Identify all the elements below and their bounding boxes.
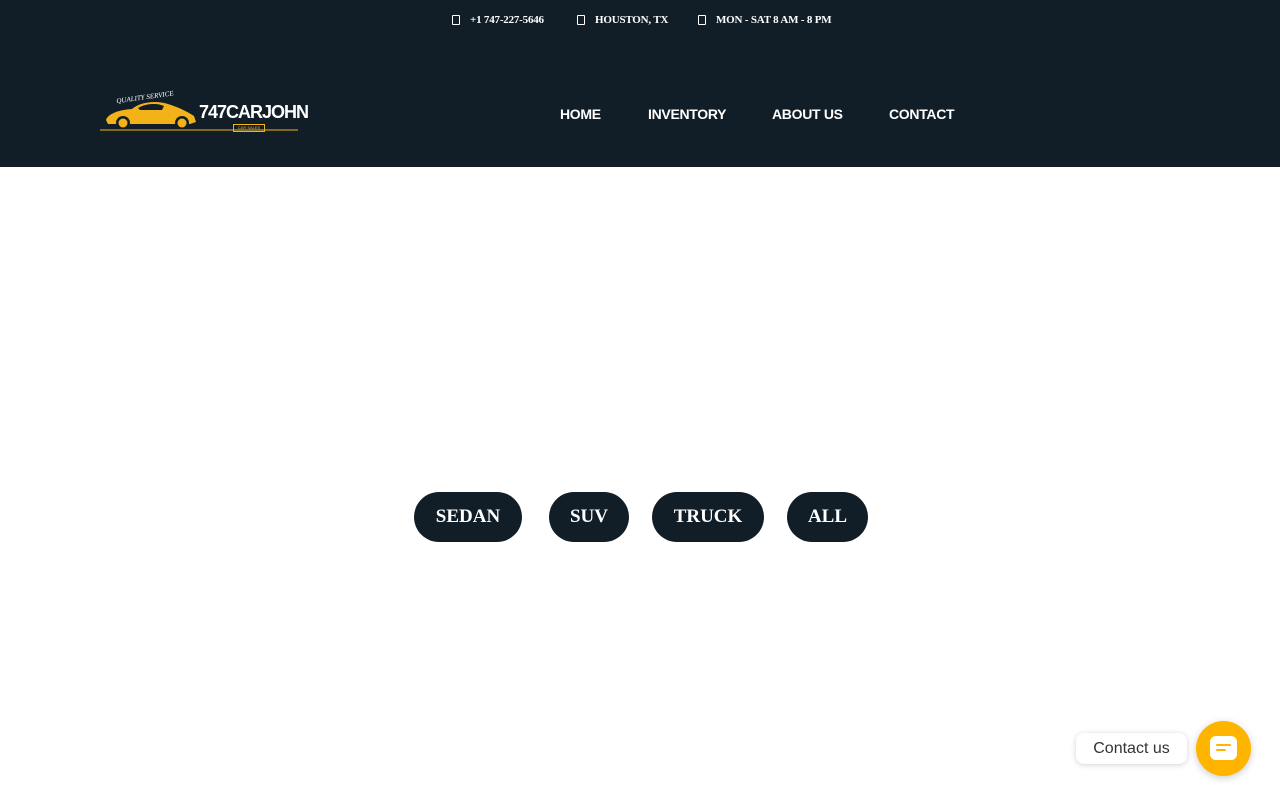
phone-icon [452, 15, 460, 25]
nav-inventory[interactable]: INVENTORY [648, 106, 727, 122]
chat-icon [1210, 736, 1237, 760]
phone-number[interactable]: +1 747-227-5646 [470, 14, 544, 26]
nav-home[interactable]: HOME [560, 106, 601, 122]
filter-all-button[interactable]: ALL [787, 492, 868, 542]
svg-text:QUALITY SERVICE: QUALITY SERVICE [116, 89, 175, 105]
filter-suv-button[interactable]: SUV [549, 492, 629, 542]
filter-truck-button[interactable]: TRUCK [652, 492, 764, 542]
location-text: HOUSTON, TX [595, 14, 669, 26]
hours-text: MON - SAT 8 AM - 8 PM [716, 14, 832, 26]
topbar-phone[interactable]: +1 747-227-5646 [452, 12, 544, 28]
brand-subtitle: CAR SALES [233, 124, 265, 132]
nav-about-us[interactable]: ABOUT US [772, 106, 843, 122]
top-info-bar: +1 747-227-5646 HOUSTON, TX MON - SAT 8 … [0, 12, 1280, 28]
contact-widget-button[interactable] [1196, 721, 1251, 776]
main-nav: HOME INVENTORY ABOUT US CONTACT [0, 106, 1280, 124]
map-marker-icon [577, 15, 585, 25]
filter-sedan-button[interactable]: SEDAN [414, 492, 522, 542]
topbar-hours: MON - SAT 8 AM - 8 PM [698, 12, 832, 28]
topbar-location: HOUSTON, TX [577, 12, 668, 28]
clock-icon [698, 15, 706, 25]
site-header: +1 747-227-5646 HOUSTON, TX MON - SAT 8 … [0, 0, 1280, 167]
nav-contact[interactable]: CONTACT [889, 106, 955, 122]
contact-us-label[interactable]: Contact us [1076, 733, 1187, 764]
